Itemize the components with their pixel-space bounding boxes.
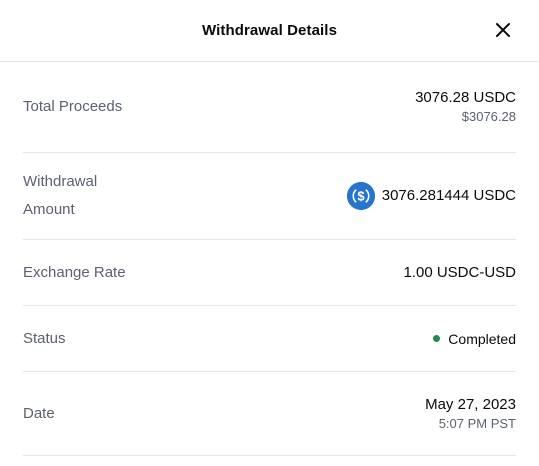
close-icon [496,23,510,37]
withdrawal-amount-label: Withdrawal Amount [23,168,97,224]
withdrawal-amount-label-line2: Amount [23,201,75,218]
withdrawal-amount-label-line1: Withdrawal [23,173,98,190]
status-value: Completed [448,330,516,347]
date-label: Date [23,404,55,422]
status-badge: Completed [433,331,516,347]
total-proceeds-value-group: 3076.28 USDC $3076.28 [415,88,516,126]
exchange-rate-value: 1.00 USDC-USD [403,263,516,281]
close-button[interactable] [491,18,515,42]
usdc-coin-icon: $ [346,182,375,210]
svg-text:$: $ [357,189,365,204]
modal-title: Withdrawal Details [201,22,338,39]
details-list: Total Proceeds 3076.28 USDC $3076.28 Wit… [0,62,539,456]
date-value-group: May 27, 2023 5:07 PM PST [425,395,516,433]
status-dot-icon [433,335,441,342]
total-proceeds-value: 3076.28 USDC [415,89,516,106]
total-proceeds-row: Total Proceeds 3076.28 USDC $3076.28 [23,62,516,153]
exchange-rate-row: Exchange Rate 1.00 USDC-USD [23,240,516,306]
status-row: Status Completed [23,306,516,372]
exchange-rate-label: Exchange Rate [23,263,126,281]
date-row: Date May 27, 2023 5:07 PM PST [23,372,516,456]
withdrawal-amount-row: Withdrawal Amount $ 3076.281444 USDC [23,153,516,240]
date-value: May 27, 2023 [425,395,516,413]
withdrawal-amount-value: 3076.281444 USDC [381,187,516,204]
withdrawal-details-modal: Withdrawal Details Total Proceeds 3076.2… [0,0,539,466]
status-label: Status [23,329,66,347]
withdrawal-amount-value-group: $ 3076.281444 USDC [346,182,516,210]
total-proceeds-label: Total Proceeds [23,98,123,115]
time-value: 5:07 PM PST [438,415,516,431]
total-proceeds-fiat-value: $3076.28 [461,109,516,124]
modal-header: Withdrawal Details [0,0,539,62]
